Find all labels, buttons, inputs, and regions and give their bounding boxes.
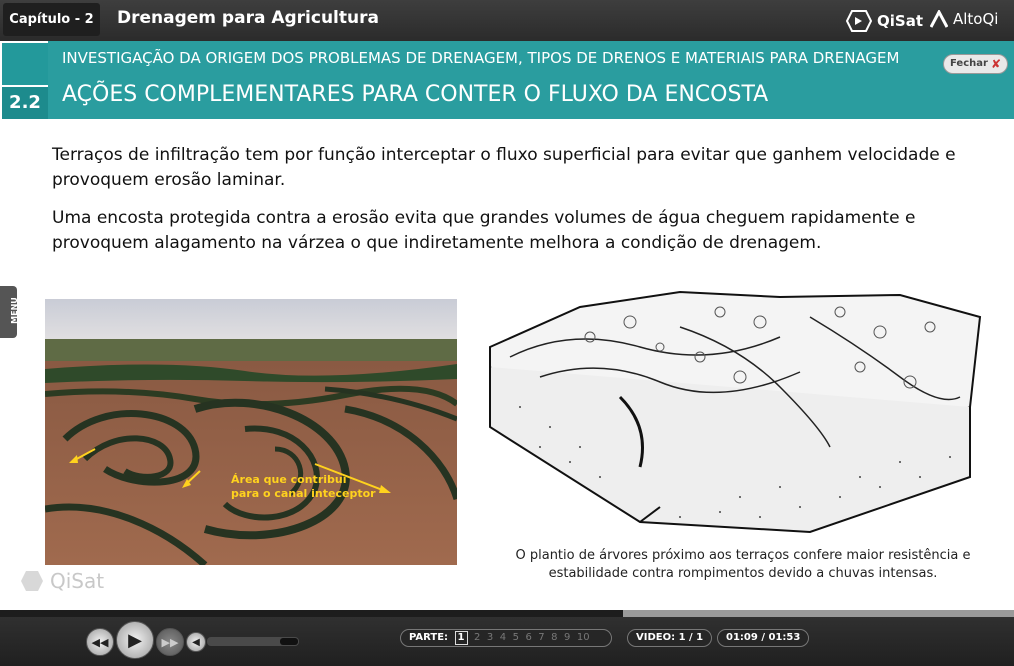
close-label: Fechar xyxy=(950,58,988,69)
slope-block-sketch xyxy=(480,287,985,537)
play-icon: ▶ xyxy=(128,629,142,651)
section-header: 2.2 INVESTIGAÇÃO DA ORIGEM DOS PROBLEMAS… xyxy=(0,41,1014,119)
slope-sketch-graphic xyxy=(489,290,982,534)
qisat-brand-text: QiSat xyxy=(877,12,923,30)
time-display: 01:09 / 01:53 xyxy=(717,629,810,647)
part-2[interactable]: 2 xyxy=(474,632,480,643)
photo-caption-line1: Área que contribui xyxy=(231,473,347,486)
paragraph-terraces: Terraços de infiltração tem por função i… xyxy=(52,145,956,190)
video-counter: VIDEO: 1 / 1 xyxy=(627,629,713,647)
top-bar: Capítulo - 2 Drenagem para Agricultura Q… xyxy=(0,0,1014,41)
menu-tab[interactable]: MENU xyxy=(0,286,19,338)
chapter-label: Capítulo - 2 xyxy=(3,3,100,36)
part-3[interactable]: 3 xyxy=(487,632,493,643)
part-8[interactable]: 8 xyxy=(551,632,557,643)
altoqi-logo: AltoQi xyxy=(930,10,998,28)
section-title: AÇÕES COMPLEMENTARES PARA CONTER O FLUXO… xyxy=(62,82,769,107)
parts-label: PARTE: xyxy=(409,632,449,643)
menu-label: MENU xyxy=(9,297,19,324)
part-5[interactable]: 5 xyxy=(513,632,519,643)
slide-content: Terraços de infiltração tem por função i… xyxy=(0,119,1014,610)
play-button[interactable]: ▶ xyxy=(116,621,154,659)
rewind-button[interactable]: ◀◀ xyxy=(86,628,114,656)
terraces-aerial-photo: Área que contribui para o canal intecept… xyxy=(45,299,457,565)
video-progress-bar[interactable] xyxy=(0,610,1014,617)
rewind-icon: ◀◀ xyxy=(91,635,109,649)
qisat-logo: QiSat xyxy=(846,10,923,32)
altoqi-logo-icon xyxy=(930,10,948,28)
player-controls: ◀◀ ▶ ▶▶ ◀ PARTE: 1 2 3 4 5 6 7 8 9 10 VI… xyxy=(0,617,1014,666)
qisat-watermark-icon xyxy=(21,571,43,591)
volume-level xyxy=(280,638,298,645)
photo-caption-line2: para o canal inteceptor xyxy=(231,487,376,500)
fast-forward-button[interactable]: ▶▶ xyxy=(156,628,184,656)
part-4[interactable]: 4 xyxy=(500,632,506,643)
sketch-caption: O plantio de árvores próximo aos terraço… xyxy=(515,548,971,581)
section-number: 2.2 xyxy=(2,87,48,119)
watermark-text: QiSat xyxy=(50,569,105,593)
volume-button[interactable]: ◀ xyxy=(186,632,206,652)
part-10[interactable]: 10 xyxy=(577,632,590,643)
altoqi-brand-text: AltoQi xyxy=(953,10,999,28)
section-number-block: 2.2 xyxy=(0,41,48,119)
close-button[interactable]: Fechar ✘ xyxy=(943,54,1008,74)
section-subtitle: INVESTIGAÇÃO DA ORIGEM DOS PROBLEMAS DE … xyxy=(62,49,900,67)
photo-caption: Área que contribui para o canal intecept… xyxy=(231,473,376,501)
speaker-icon: ◀ xyxy=(192,636,200,648)
qisat-logo-icon xyxy=(846,10,872,32)
paragraph-slope: Uma encosta protegida contra a erosão ev… xyxy=(52,208,916,253)
part-6[interactable]: 6 xyxy=(525,632,531,643)
part-9[interactable]: 9 xyxy=(564,632,570,643)
parts-selector: PARTE: 1 2 3 4 5 6 7 8 9 10 xyxy=(400,629,612,647)
section-number-top xyxy=(2,43,48,85)
volume-slider[interactable] xyxy=(207,637,299,646)
part-7[interactable]: 7 xyxy=(538,632,544,643)
terraces-photo-graphic xyxy=(45,299,457,565)
close-icon: ✘ xyxy=(990,57,1001,71)
fast-forward-icon: ▶▶ xyxy=(161,635,179,649)
video-progress-fill xyxy=(0,610,623,617)
qisat-watermark: QiSat xyxy=(20,569,104,593)
part-1[interactable]: 1 xyxy=(454,631,468,645)
course-title: Drenagem para Agricultura xyxy=(117,8,379,28)
